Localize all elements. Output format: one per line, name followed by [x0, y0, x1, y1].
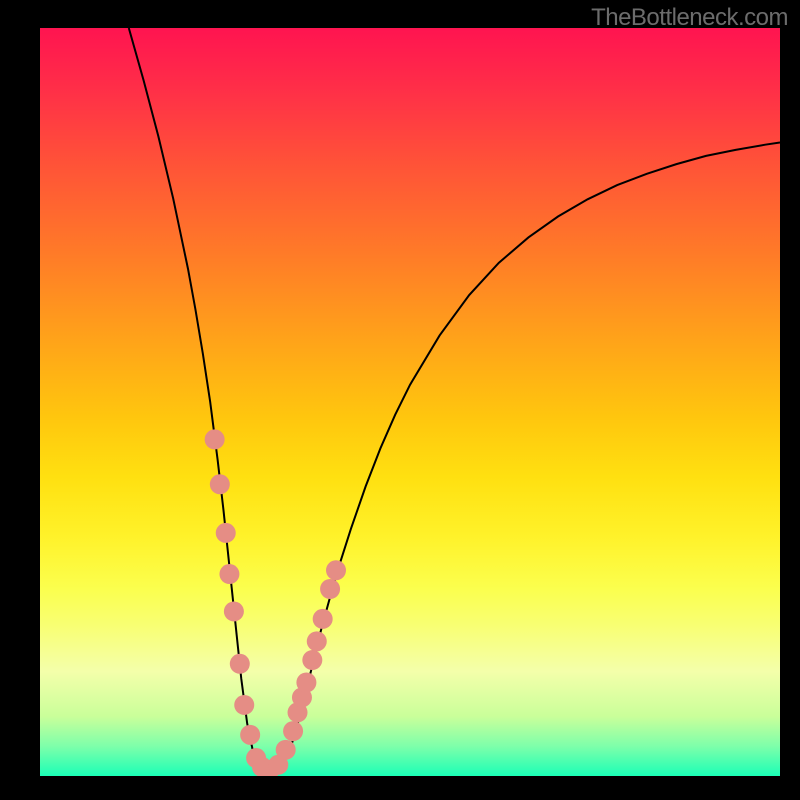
scatter-group	[205, 429, 346, 776]
scatter-point	[234, 695, 254, 715]
watermark-text: TheBottleneck.com	[591, 4, 788, 32]
scatter-point	[205, 429, 225, 449]
chart-svg	[40, 28, 780, 776]
scatter-point	[326, 560, 346, 580]
scatter-point	[224, 601, 244, 621]
scatter-point	[320, 579, 340, 599]
scatter-point	[276, 740, 296, 760]
scatter-point	[240, 725, 260, 745]
scatter-point	[313, 609, 333, 629]
scatter-point	[296, 673, 316, 693]
scatter-point	[210, 474, 230, 494]
plot-area	[40, 28, 780, 776]
scatter-point	[283, 721, 303, 741]
bottleneck-curve	[129, 28, 780, 773]
chart-frame: TheBottleneck.com	[0, 0, 800, 800]
scatter-point	[230, 654, 250, 674]
scatter-point	[302, 650, 322, 670]
scatter-point	[216, 523, 236, 543]
scatter-point	[219, 564, 239, 584]
scatter-point	[307, 631, 327, 651]
